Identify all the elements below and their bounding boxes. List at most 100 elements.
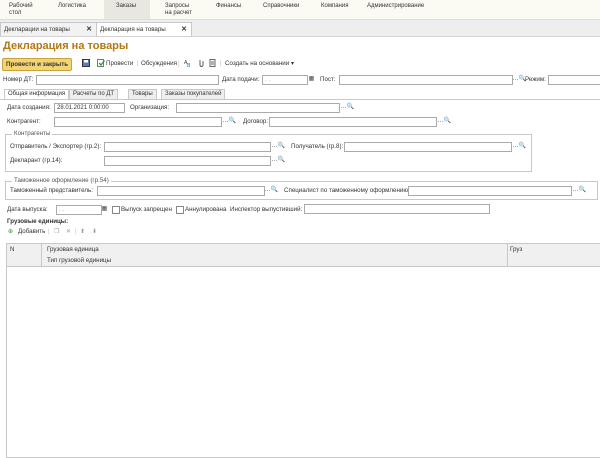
search-icon[interactable]: 🔍: [270, 186, 279, 195]
create-on-basis-button[interactable]: Создать на основании ▾: [225, 59, 294, 68]
counterparties-group: Контрагенты: [5, 130, 532, 172]
declarant-field[interactable]: [104, 156, 271, 166]
receiver-label: Получатель (гр.8):: [291, 143, 344, 150]
search-icon[interactable]: 🔍: [346, 103, 355, 112]
calendar-icon[interactable]: ▦: [100, 205, 109, 214]
post-and-close-button[interactable]: Провести и закрыть: [2, 58, 73, 71]
add-icon: ⊕: [8, 228, 14, 235]
column-cargo-unit[interactable]: Грузовая единица: [47, 245, 99, 254]
customs-rep-field[interactable]: [97, 186, 265, 196]
nav-admin[interactable]: Администрирование: [367, 3, 424, 10]
add-button[interactable]: Добавить: [18, 227, 45, 236]
column-n[interactable]: N: [10, 245, 14, 254]
delete-icon[interactable]: ✕: [66, 227, 71, 236]
number-label: Номер ДТ:: [3, 76, 34, 83]
page-title: Декларация на товары: [3, 40, 129, 52]
post-label: Пост:: [320, 76, 336, 83]
svg-text:B: B: [187, 63, 191, 67]
nav-finance[interactable]: Финансы: [216, 3, 241, 10]
customs-rep-label: Таможенный представитель:: [10, 187, 93, 194]
customs-group-label: Таможенное оформление (гр.54): [12, 177, 111, 184]
mode-label: Режим:: [525, 76, 546, 83]
top-navigation: Рабочий стол Логистика Заказы Запросы на…: [0, 0, 600, 20]
search-icon[interactable]: 🔍: [228, 117, 237, 126]
release-forbidden-checkbox[interactable]: [112, 206, 120, 214]
release-date-label: Дата выпуска:: [7, 206, 48, 213]
search-icon[interactable]: 🔍: [443, 117, 452, 126]
create-on-basis-label: Создать на основании: [225, 60, 290, 67]
nav-orders-label: Заказы: [116, 3, 137, 9]
toolbar-separator: |: [48, 228, 50, 235]
inspector-label: Инспектор выпустивший:: [230, 206, 303, 213]
window-tabs-bar: Декларации на товары ✕ Декларация на тов…: [0, 20, 600, 37]
contract-field[interactable]: [269, 117, 437, 127]
annulled-checkbox[interactable]: [176, 206, 184, 214]
sender-field[interactable]: [104, 142, 271, 152]
nav-desktop[interactable]: Рабочий стол: [9, 3, 33, 17]
nav-requests[interactable]: Запросы на расчет: [165, 3, 192, 17]
counterparty-field[interactable]: [54, 117, 222, 127]
close-icon[interactable]: ✕: [86, 23, 92, 36]
discussions-button[interactable]: Обсуждения: [141, 59, 177, 68]
calendar-icon[interactable]: ▦: [307, 75, 316, 84]
receiver-field[interactable]: [344, 142, 512, 152]
declarant-label: Декларант (гр.14):: [10, 157, 63, 164]
post-icon: [97, 59, 105, 67]
arrow-up-icon[interactable]: ⬆: [80, 227, 85, 236]
counterparties-group-label: Контрагенты: [12, 130, 53, 137]
tabs-divider: [0, 99, 600, 100]
save-icon[interactable]: [82, 59, 90, 67]
contract-label: Договор:: [243, 118, 269, 125]
annulled-label: Аннулирована: [185, 206, 227, 213]
sender-label: Отправитель / Экспортер (гр.2):: [10, 143, 102, 150]
attachment-icon[interactable]: [197, 59, 205, 67]
arrow-down-icon[interactable]: ⬇: [92, 227, 97, 236]
cargo-table-header: N Грузовая единица Тип грузовой единицы …: [7, 244, 600, 267]
toolbar-separator: |: [75, 228, 77, 235]
cargo-section-label: Грузовые единицы:: [7, 218, 69, 225]
cargo-table[interactable]: N Грузовая единица Тип грузовой единицы …: [6, 243, 600, 458]
submission-date-field[interactable]: . .: [262, 75, 308, 85]
nav-reference-label: Справочники: [263, 3, 300, 9]
search-icon[interactable]: 🔍: [518, 142, 527, 151]
toolbar-separator: |: [178, 60, 180, 67]
customs-specialist-field[interactable]: [408, 186, 572, 196]
report-icon[interactable]: [209, 59, 217, 67]
window-tab-label: Декларация на товары: [100, 26, 166, 33]
nav-admin-label: Администрирование: [367, 3, 425, 9]
post-field[interactable]: [339, 75, 513, 85]
nav-orders[interactable]: Заказы: [104, 0, 150, 19]
window-tab-declaration[interactable]: Декларация на товары ✕: [96, 22, 192, 36]
structure-icon[interactable]: AB: [184, 59, 192, 67]
toolbar-separator: |: [220, 60, 222, 67]
number-field[interactable]: [36, 75, 219, 85]
created-date-field[interactable]: 28.01.2021 0:00:00: [54, 103, 125, 113]
window-tab-declarations-list[interactable]: Декларации на товары ✕: [0, 22, 97, 36]
organization-label: Организация:: [130, 104, 170, 111]
release-date-field[interactable]: . .: [56, 205, 102, 215]
search-icon[interactable]: 🔍: [277, 142, 286, 151]
window-tab-label: Декларации на товары: [4, 26, 70, 33]
nav-company[interactable]: Компания: [321, 3, 348, 10]
nav-desktop-label: Рабочий стол: [9, 3, 33, 16]
organization-field[interactable]: [176, 103, 340, 113]
nav-reference[interactable]: Справочники: [263, 3, 299, 10]
column-cargo[interactable]: Груз: [510, 245, 522, 254]
column-divider: [41, 244, 42, 266]
nav-company-label: Компания: [321, 3, 349, 9]
copy-icon[interactable]: ❐: [54, 227, 60, 236]
search-icon[interactable]: 🔍: [578, 186, 587, 195]
search-icon[interactable]: 🔍: [277, 156, 286, 165]
form-toolbar: Провести и закрыть Провести | Обсуждения…: [0, 58, 600, 71]
created-date-label: Дата создания:: [7, 104, 51, 111]
nav-finance-label: Финансы: [216, 3, 242, 9]
close-icon[interactable]: ✕: [181, 23, 187, 36]
customs-specialist-label: Специалист по таможенному оформлению:: [284, 187, 410, 194]
post-button[interactable]: Провести: [106, 59, 133, 68]
inspector-field[interactable]: [304, 204, 490, 214]
column-cargo-unit-type[interactable]: Тип грузовой единицы: [47, 256, 111, 265]
submission-date-label: Дата подачи:: [222, 76, 260, 83]
nav-logistics-label: Логистика: [58, 3, 87, 9]
nav-logistics[interactable]: Логистика: [58, 3, 86, 10]
mode-field[interactable]: [548, 75, 600, 85]
